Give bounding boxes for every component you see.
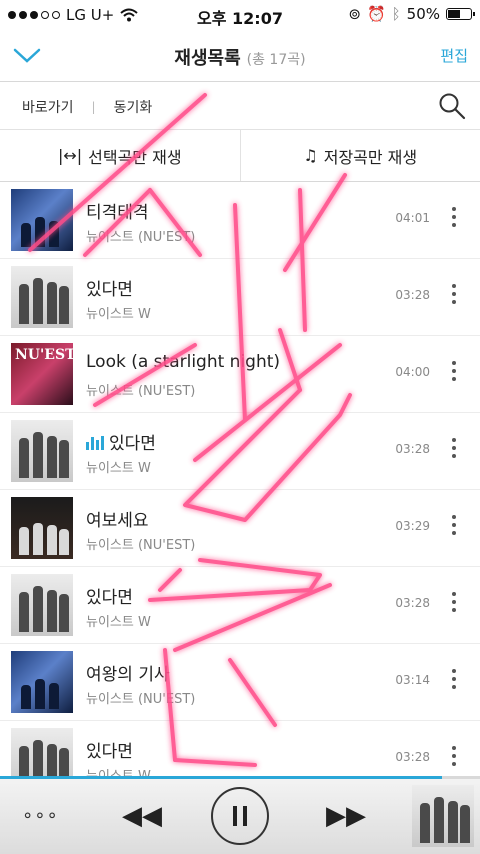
song-artist: 뉴이스트 W <box>86 615 151 630</box>
play-selected-label: 선택곡만 재생 <box>88 147 182 167</box>
song-duration: 03:28 <box>395 750 430 764</box>
song-artist: 뉴이스트 (NU'EST) <box>86 384 196 399</box>
song-duration: 03:28 <box>395 288 430 302</box>
more-icon[interactable] <box>446 435 462 465</box>
play-options: |↔| 선택곡만 재생 ♫ 저장곡만 재생 <box>0 130 480 182</box>
now-playing-cover[interactable] <box>412 785 474 847</box>
menu-dots-icon[interactable]: ∘∘∘ <box>22 805 59 826</box>
previous-icon[interactable]: ◀◀ <box>122 801 162 831</box>
mini-player: ∘∘∘ ◀◀ ▶▶ <box>0 779 480 854</box>
song-title: 여왕의 기사 <box>86 665 170 685</box>
search-icon[interactable] <box>438 92 466 120</box>
more-icon[interactable] <box>446 281 462 311</box>
song-list: 티격태격 뉴이스트 (NU'EST) 04:01 있다면 뉴이스트 W 03:2… <box>0 182 480 798</box>
pause-button[interactable] <box>211 787 269 845</box>
album-art <box>11 189 73 251</box>
song-row-playing[interactable]: 있다면 뉴이스트 W 03:28 <box>0 413 480 490</box>
album-art <box>11 651 73 713</box>
song-title: 있다면 <box>86 742 133 762</box>
battery-label: 50% <box>406 5 440 23</box>
status-right: ⊚ ⏰ ᛒ 50% <box>348 5 475 23</box>
song-row[interactable]: 있다면 뉴이스트 W 03:28 <box>0 259 480 336</box>
album-logo: NU'EST <box>15 347 76 363</box>
album-art <box>11 266 73 328</box>
song-title-playing: 있다면 <box>86 429 156 454</box>
song-row[interactable]: NU'EST Look (a starlight night) 뉴이스트 (NU… <box>0 336 480 413</box>
song-duration: 03:28 <box>395 596 430 610</box>
play-saved-label: 저장곡만 재생 <box>323 147 418 167</box>
alarm-icon: ⏰ <box>366 5 386 23</box>
more-icon[interactable] <box>446 358 462 388</box>
song-title: 여보세요 <box>86 511 149 531</box>
music-note-icon: ♫ <box>303 146 318 165</box>
song-duration: 03:29 <box>395 519 430 533</box>
song-duration: 04:00 <box>395 365 430 379</box>
song-row[interactable]: 여왕의 기사 뉴이스트 (NU'EST) 03:14 <box>0 644 480 721</box>
play-saved-button[interactable]: ♫ 저장곡만 재생 <box>239 130 480 181</box>
more-icon[interactable] <box>446 666 462 696</box>
range-icon: |↔| <box>57 146 83 165</box>
song-title: 있다면 <box>86 588 133 608</box>
more-icon[interactable] <box>446 512 462 542</box>
song-row[interactable]: 티격태격 뉴이스트 (NU'EST) 04:01 <box>0 182 480 259</box>
song-title: 있다면 <box>86 280 133 300</box>
battery-icon <box>446 8 475 20</box>
playlist-title: 재생목록 <box>174 48 241 69</box>
shortcut-link[interactable]: 바로가기 <box>22 97 74 117</box>
album-art <box>11 420 73 482</box>
status-bar: LG U+ 오후 12:07 ⊚ ⏰ ᛒ 50% <box>0 0 480 30</box>
song-artist: 뉴이스트 (NU'EST) <box>86 230 196 245</box>
song-artist: 뉴이스트 W <box>86 307 151 322</box>
nav-bar: 재생목록 (총 17곡) 편집 <box>0 30 480 82</box>
more-icon[interactable] <box>446 743 462 773</box>
album-art <box>11 574 73 636</box>
song-artist: 뉴이스트 (NU'EST) <box>86 692 196 707</box>
song-title: Look (a starlight night) <box>86 352 281 372</box>
song-duration: 04:01 <box>395 211 430 225</box>
rotation-lock-icon: ⊚ <box>348 5 361 23</box>
edit-button[interactable]: 편집 <box>440 45 468 66</box>
song-row[interactable]: 여보세요 뉴이스트 (NU'EST) 03:29 <box>0 490 480 567</box>
album-art: NU'EST <box>11 343 76 405</box>
sync-link[interactable]: 동기화 <box>114 97 153 117</box>
sub-toolbar: 바로가기 | 동기화 <box>0 82 480 130</box>
separator: | <box>91 100 96 114</box>
page-title: 재생목록 (총 17곡) <box>0 44 480 70</box>
playlist-count: (총 17곡) <box>246 52 306 68</box>
song-artist: 뉴이스트 W <box>86 461 151 476</box>
more-icon[interactable] <box>446 204 462 234</box>
more-icon[interactable] <box>446 589 462 619</box>
song-duration: 03:14 <box>395 673 430 687</box>
song-duration: 03:28 <box>395 442 430 456</box>
equalizer-icon <box>86 436 104 450</box>
song-title: 티격태격 <box>86 203 149 223</box>
bluetooth-icon: ᛒ <box>391 5 401 23</box>
album-art <box>11 497 73 559</box>
song-title: 있다면 <box>109 434 156 454</box>
play-selected-button[interactable]: |↔| 선택곡만 재생 <box>0 130 240 181</box>
next-icon[interactable]: ▶▶ <box>326 801 366 831</box>
song-row[interactable]: 있다면 뉴이스트 W 03:28 <box>0 567 480 644</box>
song-artist: 뉴이스트 (NU'EST) <box>86 538 196 553</box>
